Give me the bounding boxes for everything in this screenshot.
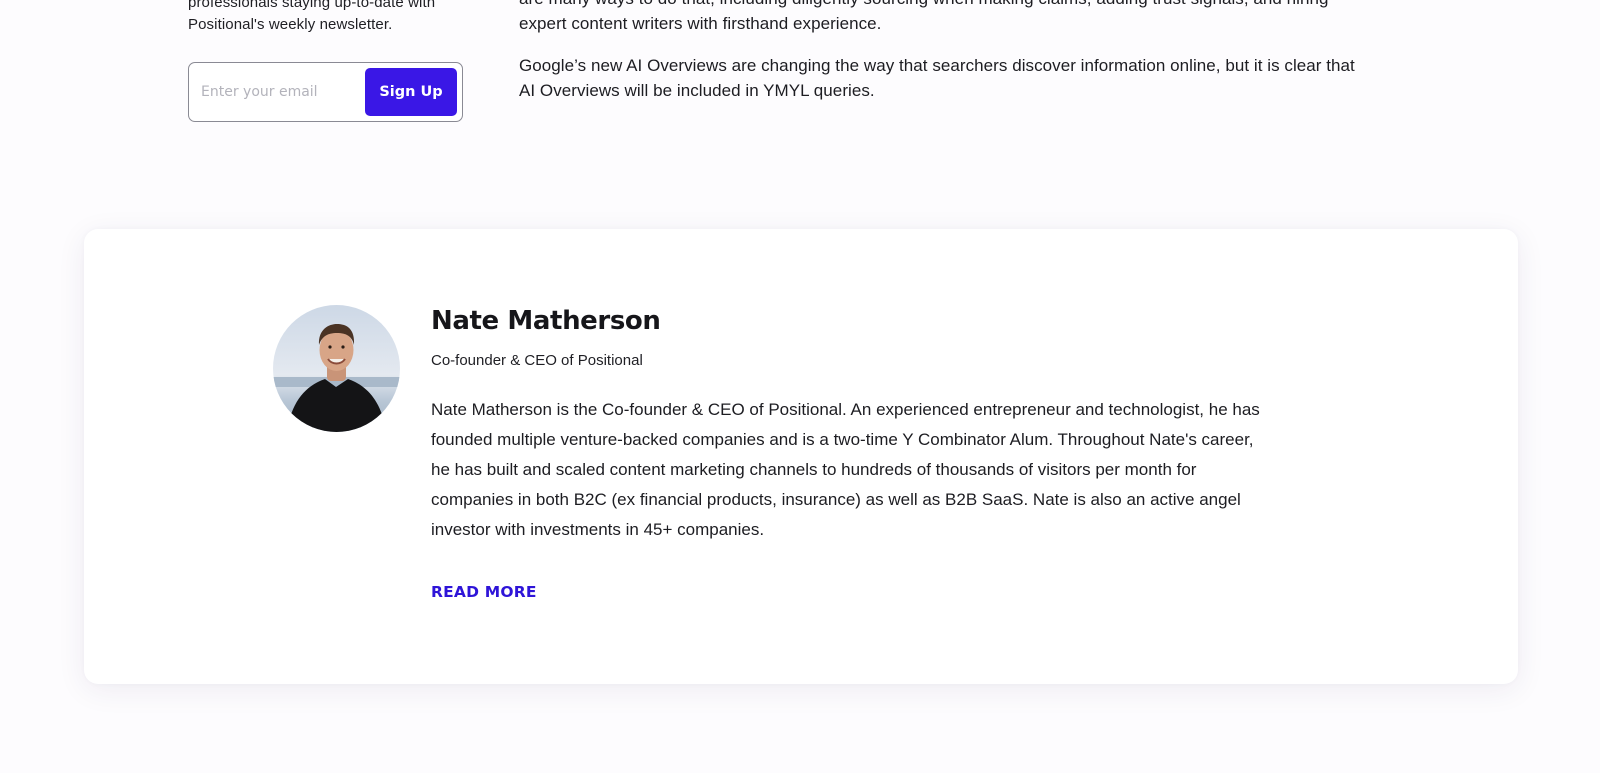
author-name: Nate Matherson (431, 306, 661, 336)
author-bio-line: he has built and scaled content marketin… (431, 460, 1197, 479)
newsletter-signup-form: Sign Up (188, 62, 463, 122)
sign-up-button[interactable]: Sign Up (365, 68, 457, 116)
author-bio-card: Nate Matherson Co-founder & CEO of Posit… (84, 229, 1518, 684)
page: professionals staying up-to-date with Po… (0, 0, 1600, 773)
newsletter-section: professionals staying up-to-date with Po… (188, 0, 468, 36)
email-input[interactable] (201, 76, 361, 108)
author-bio-line: founded multiple venture-backed companie… (431, 430, 1254, 449)
author-bio-line: Nate Matherson is the Co-founder & CEO o… (431, 400, 1260, 419)
author-bio-line: companies in both B2C (ex financial prod… (431, 490, 1241, 509)
article-line: expert content writers with firsthand ex… (519, 14, 882, 33)
article-line: Google’s new AI Overviews are changing t… (519, 56, 1355, 75)
article-paragraph: Google’s new AI Overviews are changing t… (519, 53, 1419, 103)
author-avatar (273, 305, 400, 432)
author-bio-line: investor with investments in 45+ compani… (431, 520, 765, 539)
author-role: Co-founder & CEO of Positional (431, 352, 643, 369)
article-line: are many ways to do that, including dili… (519, 0, 1419, 11)
read-more-link[interactable]: READ MORE (431, 583, 537, 601)
article-line: AI Overviews will be included in YMYL qu… (519, 81, 875, 100)
author-bio: Nate Matherson is the Co-founder & CEO o… (431, 395, 1331, 545)
author-photo (273, 305, 400, 432)
article-body: are many ways to do that, including dili… (519, 0, 1419, 103)
newsletter-text-line: Positional's weekly newsletter. (188, 16, 393, 33)
newsletter-text-line: professionals staying up-to-date with (188, 0, 436, 11)
newsletter-description: professionals staying up-to-date with Po… (188, 0, 468, 36)
article-paragraph: are many ways to do that, including dili… (519, 0, 1419, 36)
